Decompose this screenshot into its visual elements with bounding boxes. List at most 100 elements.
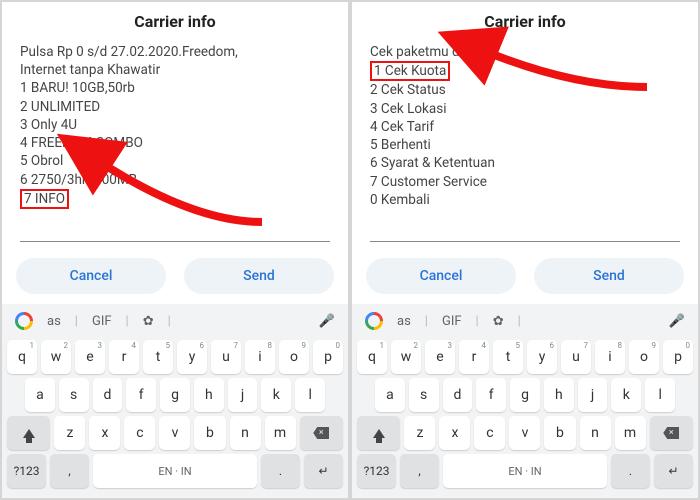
suggestion[interactable]: as <box>397 314 411 329</box>
period-key[interactable]: . <box>261 454 300 488</box>
key-k[interactable]: k <box>611 378 641 412</box>
suggestion[interactable]: ✿ <box>493 314 504 329</box>
key-z[interactable]: z <box>404 416 435 450</box>
backspace-key[interactable]: × <box>300 416 343 450</box>
suggestion[interactable]: ✿ <box>143 314 154 329</box>
key-j[interactable]: j <box>578 378 608 412</box>
mic-icon[interactable]: 🎤 <box>319 314 335 329</box>
send-button[interactable]: Send <box>184 258 334 294</box>
key-q[interactable]: q1 <box>7 340 37 374</box>
dialog-title: Carrier info <box>20 12 330 31</box>
symbols-key[interactable]: ?123 <box>357 454 396 488</box>
key-v[interactable]: v <box>509 416 540 450</box>
mic-icon[interactable]: 🎤 <box>669 314 685 329</box>
google-icon[interactable] <box>365 312 383 330</box>
dialog-body: Pulsa Rp 0 s/d 27.02.2020.Freedom, Inter… <box>20 43 330 209</box>
key-d[interactable]: d <box>93 378 123 412</box>
key-b[interactable]: b <box>194 416 225 450</box>
key-h[interactable]: h <box>544 378 574 412</box>
line: 5 Obrol <box>20 152 330 170</box>
key-d[interactable]: d <box>443 378 473 412</box>
comma-key[interactable]: , <box>50 454 89 488</box>
key-v[interactable]: v <box>159 416 190 450</box>
key-e[interactable]: e3 <box>75 340 105 374</box>
key-x[interactable]: x <box>89 416 120 450</box>
key-n[interactable]: n <box>230 416 261 450</box>
key-row-4: ?123 , EN · IN . ↵ <box>357 454 693 488</box>
key-n[interactable]: n <box>580 416 611 450</box>
key-f[interactable]: f <box>126 378 156 412</box>
key-s[interactable]: s <box>409 378 439 412</box>
ussd-input[interactable] <box>20 224 330 242</box>
key-w[interactable]: w2 <box>391 340 421 374</box>
key-p[interactable]: p0 <box>313 340 343 374</box>
key-x[interactable]: x <box>439 416 470 450</box>
key-m[interactable]: m <box>615 416 646 450</box>
key-f[interactable]: f <box>476 378 506 412</box>
key-r[interactable]: r4 <box>459 340 489 374</box>
key-i[interactable]: i8 <box>595 340 625 374</box>
key-g[interactable]: g <box>510 378 540 412</box>
key-u[interactable]: u7 <box>211 340 241 374</box>
key-a[interactable]: a <box>25 378 55 412</box>
key-t[interactable]: t5 <box>143 340 173 374</box>
highlighted-option: 1 Cek Kuota <box>370 61 450 81</box>
line: 3 Only 4U <box>20 116 330 134</box>
line: 7 Customer Service <box>370 173 680 191</box>
key-w[interactable]: w2 <box>41 340 71 374</box>
key-y[interactable]: y6 <box>177 340 207 374</box>
shift-icon <box>373 429 385 438</box>
key-h[interactable]: h <box>194 378 224 412</box>
key-e[interactable]: e3 <box>425 340 455 374</box>
cancel-button[interactable]: Cancel <box>366 258 516 294</box>
key-k[interactable]: k <box>261 378 291 412</box>
key-row-2: asdfghjkl <box>357 378 693 412</box>
google-icon[interactable] <box>15 312 33 330</box>
comma-key[interactable]: , <box>400 454 439 488</box>
key-l[interactable]: l <box>645 378 675 412</box>
ussd-input[interactable] <box>370 224 680 242</box>
dialog-title: Carrier info <box>370 12 680 31</box>
suggestion[interactable]: as <box>47 314 61 329</box>
period-key[interactable]: . <box>611 454 650 488</box>
key-s[interactable]: s <box>59 378 89 412</box>
key-m[interactable]: m <box>265 416 296 450</box>
enter-key[interactable]: ↵ <box>654 454 693 488</box>
key-u[interactable]: u7 <box>561 340 591 374</box>
key-g[interactable]: g <box>160 378 190 412</box>
dialog-buttons: Cancel Send <box>352 246 698 304</box>
ussd-dialog: Carrier info Pulsa Rp 0 s/d 27.02.2020.F… <box>2 2 348 246</box>
phone-right: Carrier info Cek paketmu disini! 1 Cek K… <box>352 2 698 498</box>
shift-key[interactable] <box>357 416 400 450</box>
key-j[interactable]: j <box>228 378 258 412</box>
key-o[interactable]: o9 <box>279 340 309 374</box>
shift-key[interactable] <box>7 416 50 450</box>
highlighted-option: 7 INFO <box>20 189 69 209</box>
space-key[interactable]: EN · IN <box>93 454 257 488</box>
suggestion[interactable]: GIF <box>442 314 462 329</box>
key-row-3: zxcvbnm × <box>7 416 343 450</box>
key-a[interactable]: a <box>375 378 405 412</box>
key-c[interactable]: c <box>124 416 155 450</box>
key-o[interactable]: o9 <box>629 340 659 374</box>
key-b[interactable]: b <box>544 416 575 450</box>
key-t[interactable]: t5 <box>493 340 523 374</box>
send-button[interactable]: Send <box>534 258 684 294</box>
key-p[interactable]: p0 <box>663 340 693 374</box>
key-q[interactable]: q1 <box>357 340 387 374</box>
line: 4 FREEDOM COMBO <box>20 134 330 152</box>
line: 6 Syarat & Ketentuan <box>370 154 680 172</box>
key-z[interactable]: z <box>54 416 85 450</box>
backspace-key[interactable]: × <box>650 416 693 450</box>
key-r[interactable]: r4 <box>109 340 139 374</box>
key-y[interactable]: y6 <box>527 340 557 374</box>
key-i[interactable]: i8 <box>245 340 275 374</box>
enter-key[interactable]: ↵ <box>304 454 343 488</box>
space-key[interactable]: EN · IN <box>443 454 607 488</box>
line: 3 Cek Lokasi <box>370 100 680 118</box>
key-l[interactable]: l <box>295 378 325 412</box>
cancel-button[interactable]: Cancel <box>16 258 166 294</box>
symbols-key[interactable]: ?123 <box>7 454 46 488</box>
suggestion[interactable]: GIF <box>92 314 112 329</box>
key-c[interactable]: c <box>474 416 505 450</box>
